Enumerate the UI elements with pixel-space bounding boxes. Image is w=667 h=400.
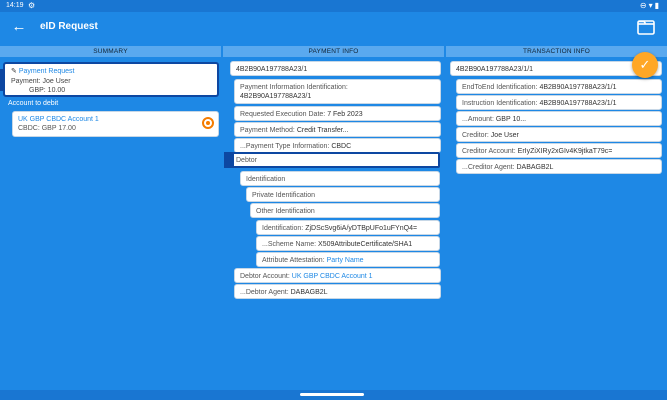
field-value-link[interactable]: Party Name — [327, 257, 364, 264]
payment-request-title: Payment Request — [18, 68, 75, 75]
field-label: ...Scheme Name: — [262, 241, 317, 248]
field-label: ...Creditor Agent: — [462, 164, 515, 171]
field-label: Payment Method: — [240, 127, 295, 134]
payment-request-title-row: ✎ Payment Request — [11, 67, 74, 76]
system-status-icons: ⊖▾▮ — [639, 1, 661, 10]
pencil-icon: ✎ — [11, 68, 17, 75]
payment-info-column-header: PAYMENT INFO — [223, 46, 444, 57]
field-value: Joe User — [490, 132, 519, 139]
page-title: eID Request — [40, 21, 98, 32]
app-bar: ← eID Request — [0, 12, 667, 44]
summary-column-header: SUMMARY — [0, 46, 221, 57]
folder-icon[interactable] — [637, 19, 655, 35]
instruction-identification[interactable]: Instruction Identification: 4B2B90A19778… — [456, 95, 662, 110]
transaction-info-id[interactable]: 4B2B90A197788A23/1/1 — [450, 61, 662, 76]
field-label: Other Identification — [256, 208, 315, 215]
field-value: CBDC — [331, 143, 352, 150]
selection-indicator — [0, 69, 3, 91]
payment-request-card[interactable]: ✎ Payment Request Payment: Joe User GBP:… — [0, 62, 219, 97]
field-value: X509AttributeCertificate/SHA1 — [318, 241, 413, 248]
transaction-info-id-value: 4B2B90A197788A23/1/1 — [456, 66, 534, 73]
field-value: GBP 10... — [495, 116, 527, 123]
field-label: Instruction Identification: — [462, 100, 538, 107]
creditor-agent-field[interactable]: ...Creditor Agent: DABAGB2L — [456, 159, 662, 174]
amount-field[interactable]: ...Amount: GBP 10... — [456, 111, 662, 126]
field-label: Requested Execution Date: — [240, 111, 326, 118]
payment-info-id[interactable]: 4B2B90A197788A23/1 — [230, 61, 441, 76]
scheme-name-field[interactable]: ...Scheme Name: X509AttributeCertificate… — [256, 236, 440, 251]
field-value: DABAGB2L — [516, 164, 554, 171]
payment-info-id-value: 4B2B90A197788A23/1 — [236, 66, 308, 73]
selection-indicator — [224, 152, 234, 168]
end-to-end-identification[interactable]: EndToEnd Identification: 4B2B90A197788A2… — [456, 79, 662, 94]
field-value-link[interactable]: UK GBP CBDC Account 1 — [292, 273, 373, 280]
debtor-node[interactable]: Debtor — [224, 152, 440, 168]
payment-method[interactable]: Payment Method: Credit Transfer... — [234, 122, 441, 137]
field-value: DABAGB2L — [290, 289, 328, 296]
field-value: 4B2B90A197788A23/1/1 — [539, 84, 617, 91]
field-label: Creditor Account: — [462, 148, 516, 155]
field-value: 4B2B90A197788A23/1/1 — [539, 100, 617, 107]
requested-execution-date[interactable]: Requested Execution Date: 7 Feb 2023 — [234, 106, 441, 121]
field-label: Identification: — [262, 225, 304, 232]
payment-information-identification[interactable]: Payment Information Identification: 4B2B… — [234, 79, 441, 104]
creditor-account-field[interactable]: Creditor Account: ErIyZiXIRy2xGIv4K9jtka… — [456, 143, 662, 158]
account-name: UK GBP CBDC Account 1 — [18, 116, 99, 123]
field-value: 7 Feb 2023 — [327, 111, 363, 118]
navigation-bar — [0, 390, 667, 400]
debtor-label: Debtor — [236, 157, 258, 164]
private-identification-node[interactable]: Private Identification — [246, 187, 440, 202]
payment-line: Payment: Joe User — [11, 78, 71, 85]
amount-line: GBP: 10.00 — [29, 87, 66, 94]
field-value: ErIyZiXIRy2xGIv4K9jtkaT79c= — [517, 148, 613, 155]
debtor-agent-field[interactable]: ...Debtor Agent: DABAGB2L — [234, 284, 441, 299]
creditor-field[interactable]: Creditor: Joe User — [456, 127, 662, 142]
field-value: ZjDScSvg6iA/yDTBpUFo1uFYnQ4= — [305, 225, 418, 232]
field-label: Payment Information Identification: — [240, 84, 348, 91]
account-balance: CBDC: GBP 17.00 — [18, 125, 76, 132]
debtor-account-field[interactable]: Debtor Account: UK GBP CBDC Account 1 — [234, 268, 441, 283]
settings-notification-icon: ⚙ — [28, 1, 36, 10]
field-label: Debtor Account: — [240, 273, 290, 280]
debit-account-option[interactable]: UK GBP CBDC Account 1 CBDC: GBP 17.00 — [12, 111, 219, 137]
account-radio-selected[interactable] — [202, 117, 214, 129]
account-to-debit-label: Account to debit — [8, 100, 59, 107]
status-bar: 14:19 ⚙ ⊖▾▮ — [0, 0, 667, 12]
field-label: Attribute Attestation: — [262, 257, 325, 264]
identification-value-field[interactable]: Identification: ZjDScSvg6iA/yDTBpUFo1uFY… — [256, 220, 440, 235]
field-value: Credit Transfer... — [296, 127, 349, 134]
back-arrow-icon[interactable]: ← — [10, 18, 28, 36]
field-label: Creditor: — [462, 132, 489, 139]
transaction-info-column-header: TRANSACTION INFO — [446, 46, 667, 57]
field-label: Private Identification — [252, 192, 316, 199]
field-label: ...Payment Type Information: — [240, 143, 330, 150]
field-label: ...Amount: — [462, 116, 494, 123]
payment-type-information[interactable]: ...Payment Type Information: CBDC — [234, 138, 441, 153]
other-identification-node[interactable]: Other Identification — [250, 203, 440, 218]
field-label: Identification — [246, 176, 286, 183]
field-label: EndToEnd Identification: — [462, 84, 538, 91]
field-label: ...Debtor Agent: — [240, 289, 289, 296]
status-time: 14:19 — [6, 2, 24, 9]
home-gesture-handle[interactable] — [300, 393, 364, 396]
check-icon: ✓ — [639, 57, 651, 72]
confirm-check-button[interactable]: ✓ — [632, 52, 658, 78]
field-value: 4B2B90A197788A23/1 — [240, 93, 312, 100]
attribute-attestation-field[interactable]: Attribute Attestation: Party Name — [256, 252, 440, 267]
identification-node[interactable]: Identification — [240, 171, 440, 186]
